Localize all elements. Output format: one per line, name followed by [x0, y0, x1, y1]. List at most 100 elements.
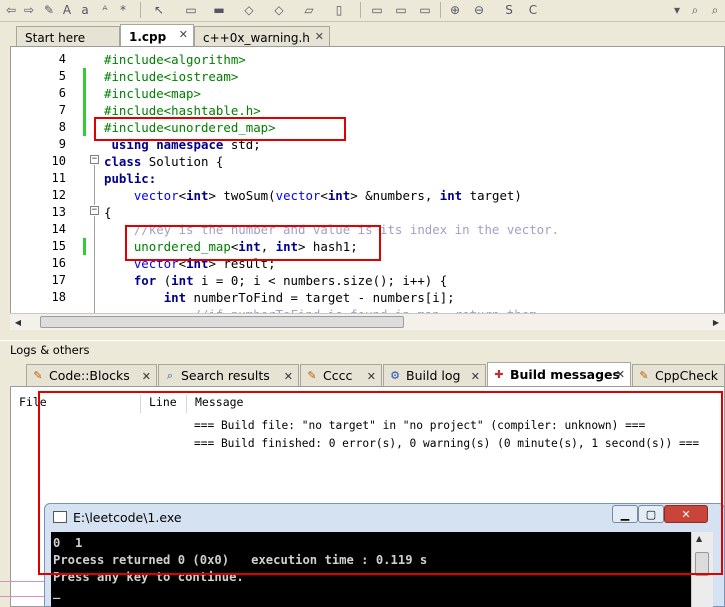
logs-panel-title: Logs & others [10, 343, 90, 357]
tab-label: Build log [406, 368, 461, 383]
forward-arrow-icon[interactable]: ⇨ [20, 1, 38, 19]
c-icon[interactable]: C [524, 1, 542, 19]
s-icon[interactable]: S [500, 1, 518, 19]
code-line-13: { [104, 205, 112, 220]
changed-lines-marker [83, 68, 86, 136]
shape-icon[interactable]: ▱ [300, 1, 318, 19]
tab-search-results[interactable]: ⌕ Search results ✕ [158, 364, 299, 386]
close-icon[interactable]: ✕ [315, 30, 324, 43]
scroll-left-icon[interactable]: ◀ [10, 315, 26, 329]
tab-label: 1.cpp [129, 29, 167, 44]
tab-codeblocks[interactable]: ✎ Code::Blocks ✕ [26, 364, 157, 386]
search-icon[interactable]: ⌕ [686, 1, 704, 19]
close-icon[interactable]: ✕ [616, 368, 625, 381]
tab-build-messages[interactable]: ✚ Build messages ✕ [487, 362, 631, 386]
logs-panel-header: Logs & others [0, 340, 725, 358]
tab-label: CppCheck [655, 368, 719, 383]
highlight-pen-icon[interactable]: ✎ [40, 1, 58, 19]
build-messages-icon: ✚ [494, 367, 504, 381]
close-icon[interactable]: ✕ [367, 370, 376, 383]
line-number: 16 [51, 256, 66, 270]
fold-minus-icon[interactable]: − [90, 155, 99, 164]
code-line-17: for (int i = 0; i < numbers.size(); i++)… [133, 273, 448, 288]
code-line-4: #include<algorithm> [104, 52, 246, 67]
line-number: 7 [58, 103, 66, 117]
codeblocks-window: ⇦ ⇨ ✎ A a ᴬ * ↖ ▭ ▬ ◇ ◇ ▱ ▯ ▭ ▭ ▭ ⊕ ⊖ S … [0, 0, 725, 607]
close-icon[interactable]: ✕ [142, 370, 151, 383]
dropdown-arrow-icon[interactable]: ▾ [668, 1, 686, 19]
close-icon[interactable]: ✕ [471, 370, 480, 383]
cppcheck-icon: ✎ [639, 368, 649, 382]
line-number: 9 [58, 137, 66, 151]
tab-cppcheck[interactable]: ✎ CppCheck [632, 364, 725, 386]
shape-icon[interactable]: ◇ [270, 1, 288, 19]
tab-cpp0x-warning[interactable]: c++0x_warning.h ✕ [194, 26, 330, 46]
main-toolbar: ⇦ ⇨ ✎ A a ᴬ * ↖ ▭ ▬ ◇ ◇ ▱ ▯ ▭ ▭ ▭ ⊕ ⊖ S … [0, 0, 725, 22]
rectangle-icon[interactable]: ▭ [182, 1, 200, 19]
line-number: 8 [58, 120, 66, 134]
tab-build-log[interactable]: ⚙ Build log ✕ [383, 364, 486, 386]
window-icon[interactable]: ▭ [392, 1, 410, 19]
console-cursor: _ [53, 585, 61, 599]
scroll-thumb[interactable] [40, 316, 404, 328]
block-icon[interactable]: ▬ [210, 1, 228, 19]
line-number: 6 [58, 86, 66, 100]
divider-line [0, 581, 44, 582]
close-icon[interactable]: ✕ [179, 28, 188, 41]
logs-tab-bar: ✎ Code::Blocks ✕ ⌕ Search results ✕ ✎ Cc… [10, 362, 725, 386]
shape-icon[interactable]: ▯ [330, 1, 348, 19]
highlight-box-output [38, 391, 723, 575]
codeblocks-icon: ✎ [33, 368, 43, 382]
search-icon: ⌕ [166, 368, 174, 382]
fold-line [94, 216, 95, 316]
underline-icon[interactable]: A [58, 1, 76, 19]
window-icon[interactable]: ▭ [416, 1, 434, 19]
line-number: 17 [51, 273, 66, 287]
code-line-11: public: [104, 171, 157, 186]
tab-label: Build messages [510, 367, 620, 382]
code-line-6: #include<map> [104, 86, 201, 101]
fold-minus-icon[interactable]: − [90, 206, 99, 215]
line-number: 5 [58, 69, 66, 83]
scroll-right-icon[interactable]: ▶ [708, 315, 724, 329]
code-line-18: int numberToFind = target - numbers[i]; [163, 290, 455, 305]
code-line-10: class Solution { [104, 154, 224, 169]
shape-icon[interactable]: ◇ [240, 1, 258, 19]
code-line-12: vector<int> twoSum(vector<int> &numbers,… [133, 188, 522, 203]
tab-label: Cccc [323, 368, 353, 383]
line-number: 14 [51, 222, 66, 236]
zoom-in-icon[interactable]: ⊕ [446, 1, 464, 19]
regex-icon[interactable]: * [114, 1, 132, 19]
highlight-box-unordered-map [125, 225, 381, 261]
line-number: 18 [51, 290, 66, 304]
tab-label: Search results [181, 368, 270, 383]
highlight-box-include [94, 117, 346, 141]
search-options-icon[interactable]: ⌕ [706, 1, 724, 19]
code-line-7: #include<hashtable.h> [104, 103, 261, 118]
tab-label: c++0x_warning.h [203, 30, 310, 45]
font-icon[interactable]: a [76, 1, 94, 19]
cccc-icon: ✎ [307, 368, 317, 382]
editor-horizontal-scrollbar[interactable]: ◀ ▶ [10, 313, 725, 330]
code-editor[interactable]: 4 5 6 7 8 9 10 11 12 13 14 15 16 17 18 −… [10, 46, 725, 330]
editor-tab-bar: Start here 1.cpp ✕ c++0x_warning.h ✕ [10, 24, 725, 46]
line-number: 10 [51, 154, 66, 168]
tab-start-here[interactable]: Start here [16, 26, 120, 46]
gear-icon: ⚙ [390, 368, 400, 382]
changed-lines-marker [83, 238, 86, 255]
pointer-icon[interactable]: ↖ [150, 1, 168, 19]
tab-1-cpp[interactable]: 1.cpp ✕ [120, 24, 194, 46]
window-icon[interactable]: ▭ [368, 1, 386, 19]
select-text-icon[interactable]: ᴬ [96, 1, 114, 19]
code-line-5: #include<iostream> [104, 69, 239, 84]
zoom-out-icon[interactable]: ⊖ [470, 1, 488, 19]
line-number: 13 [51, 205, 66, 219]
divider-line [0, 596, 44, 597]
line-number: 12 [51, 188, 66, 202]
line-number: 4 [58, 52, 66, 66]
tab-label: Code::Blocks [49, 368, 130, 383]
tab-label: Start here [25, 30, 86, 45]
back-arrow-icon[interactable]: ⇦ [2, 1, 20, 19]
close-icon[interactable]: ✕ [284, 370, 293, 383]
tab-cccc[interactable]: ✎ Cccc ✕ [300, 364, 382, 386]
